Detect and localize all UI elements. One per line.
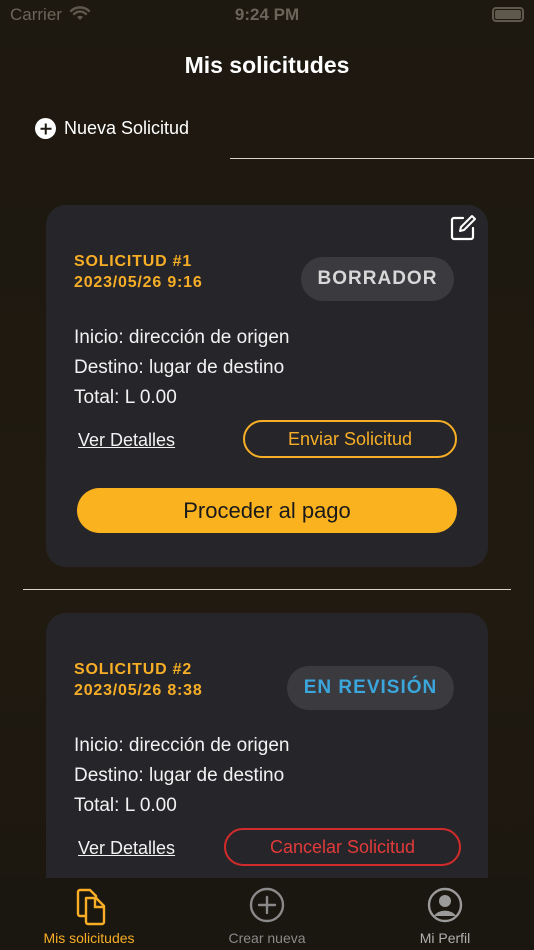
request-date: 2023/05/26 8:38 bbox=[74, 682, 203, 699]
request-number: SOLICITUD #2 bbox=[74, 661, 193, 678]
total-text: Total: L 0.00 bbox=[74, 795, 177, 816]
plus-circle-icon bbox=[35, 118, 56, 139]
new-request-button[interactable]: Nueva Solicitud bbox=[35, 118, 189, 139]
destination-text: Destino: lugar de destino bbox=[74, 765, 285, 786]
tab-my-requests[interactable]: Mis solicitudes bbox=[0, 878, 178, 950]
request-date: 2023/05/26 9:16 bbox=[74, 274, 203, 291]
status-badge: EN REVISIÓN bbox=[287, 666, 454, 710]
tab-create-new[interactable]: Crear nueva bbox=[178, 878, 356, 950]
request-card: SOLICITUD #2 2023/05/26 8:38 EN REVISIÓN… bbox=[46, 613, 488, 913]
clock: 9:24 PM bbox=[234, 5, 300, 24]
request-number: SOLICITUD #1 bbox=[74, 253, 193, 270]
origin-text: Inicio: dirección de origen bbox=[74, 327, 290, 348]
tab-my-profile[interactable]: Mi Perfil bbox=[356, 878, 534, 950]
edit-icon[interactable] bbox=[448, 213, 478, 243]
details-link[interactable]: Ver Detalles bbox=[78, 430, 175, 451]
status-badge: BORRADOR bbox=[301, 257, 454, 301]
documents-icon bbox=[70, 886, 108, 931]
request-header: SOLICITUD #1 2023/05/26 9:16 bbox=[74, 251, 203, 293]
origin-text: Inicio: dirección de origen bbox=[74, 735, 290, 756]
card-divider bbox=[23, 589, 511, 590]
tab-label: Crear nueva bbox=[228, 930, 306, 946]
plus-circle-icon bbox=[249, 887, 285, 928]
proceed-payment-button[interactable]: Proceder al pago bbox=[77, 488, 457, 533]
status-bar: Carrier 9:24 PM bbox=[0, 0, 534, 30]
request-header: SOLICITUD #2 2023/05/26 8:38 bbox=[74, 659, 203, 701]
total-text: Total: L 0.00 bbox=[74, 387, 177, 408]
profile-icon bbox=[427, 887, 463, 928]
header-divider bbox=[230, 158, 534, 159]
tab-label: Mis solicitudes bbox=[43, 930, 135, 946]
send-request-button[interactable]: Enviar Solicitud bbox=[243, 420, 457, 458]
cancel-request-button[interactable]: Cancelar Solicitud bbox=[224, 828, 461, 866]
destination-text: Destino: lugar de destino bbox=[74, 357, 285, 378]
app-screen: Carrier 9:24 PM Mis solicitudes Nueva So… bbox=[0, 0, 534, 950]
request-card: SOLICITUD #1 2023/05/26 9:16 BORRADOR In… bbox=[46, 205, 488, 567]
tab-label: Mi Perfil bbox=[419, 930, 471, 946]
page-title: Mis solicitudes bbox=[184, 52, 350, 78]
new-request-label: Nueva Solicitud bbox=[64, 118, 190, 138]
battery-icon bbox=[492, 7, 524, 22]
tab-bar: Mis solicitudes Crear nueva Mi Perfil bbox=[0, 878, 534, 950]
details-link[interactable]: Ver Detalles bbox=[78, 838, 175, 859]
